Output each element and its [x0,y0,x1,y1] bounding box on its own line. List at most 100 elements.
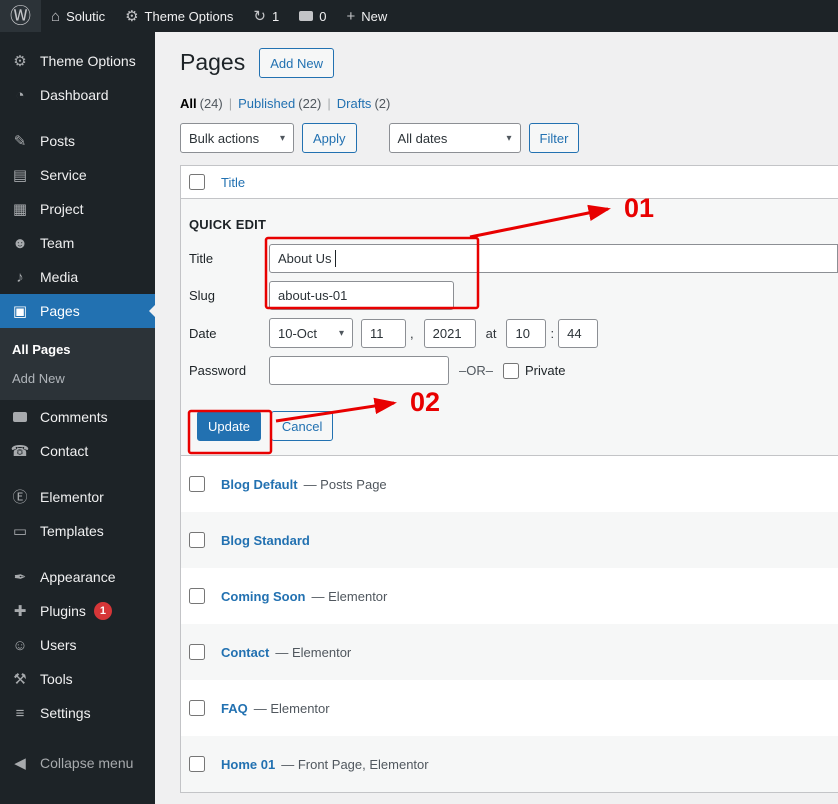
sidebar-item-plugins[interactable]: ✚ Plugins 1 [0,594,155,628]
table-row: Coming Soon — Elementor [181,568,838,624]
title-field-label: Title [189,251,214,266]
collapse-icon: ◀ [14,754,26,772]
row-checkbox[interactable] [189,588,205,604]
sidebar-item-team[interactable]: ☻ Team [0,226,155,260]
admin-bar-theme-options[interactable]: ⚙ Theme Options [115,0,243,32]
quick-edit-title-row: Title [189,244,838,273]
row-checkbox[interactable] [189,700,205,716]
apply-button[interactable]: Apply [302,123,357,153]
pages-icon: ▣ [12,302,28,320]
page-annotation: — Elementor [275,644,352,660]
page-title-link[interactable]: Blog Default [221,477,298,492]
quick-edit-date-row: Date 10-Oct ▾ , at : [189,318,838,348]
view-drafts-link[interactable]: Drafts (2) [337,96,391,111]
table-row: FAQ — Elementor [181,680,838,736]
date-hour-input[interactable] [506,318,547,348]
sidebar-item-users[interactable]: ☺ Users [0,628,155,662]
pages-submenu: All Pages Add New [0,328,155,400]
people-icon: ☻ [12,234,28,252]
theme-options-label: Theme Options [144,8,234,24]
page-title-link[interactable]: Coming Soon [221,589,306,604]
sidebar-item-settings[interactable]: ≡ Settings [0,696,155,730]
list-toolbar: Bulk actions ▾ Apply All dates ▾ Filter [180,123,838,153]
site-name-label: Solutic [66,8,106,24]
sidebar-item-contact[interactable]: ☎ Contact [0,434,155,468]
admin-bar-comments[interactable]: 0 [289,0,336,32]
all-dates-select[interactable]: All dates ▾ [388,123,521,153]
submenu-item-all-pages[interactable]: All Pages [0,335,155,364]
sidebar-item-comments[interactable]: Comments [0,400,155,434]
update-icon: ↻ [253,7,266,25]
private-checkbox[interactable] [502,362,519,379]
date-year-input[interactable] [423,318,476,348]
title-column-header[interactable]: Title [221,175,245,190]
quick-edit-password-row: Password –OR– Private [189,356,838,385]
sidebar-item-elementor[interactable]: Ⓔ Elementor [0,480,155,514]
brush-icon: ✒ [13,568,27,586]
pushpin-icon: ✎ [13,132,27,150]
users-icon: ☺ [12,636,28,654]
submenu-item-add-new[interactable]: Add New [0,364,155,393]
date-minute-input[interactable] [558,318,599,348]
settings-icon: ≡ [15,704,25,722]
row-checkbox[interactable] [189,756,205,772]
admin-bar-site-menu[interactable]: ⌂ Solutic [41,0,115,32]
sidebar-item-project[interactable]: ▦ Project [0,192,155,226]
password-input[interactable] [269,356,449,385]
row-checkbox[interactable] [189,532,205,548]
page-header: Pages Add New [180,48,838,78]
view-published-link[interactable]: Published (22) [238,96,321,111]
elementor-icon: Ⓔ [12,488,28,506]
wordpress-logo-menu[interactable]: Ⓦ [0,0,41,32]
update-button[interactable]: Update [197,411,261,441]
sidebar-item-templates[interactable]: ▭ Templates [0,514,155,548]
sidebar-item-appearance[interactable]: ✒ Appearance [0,560,155,594]
sidebar-item-label: Comments [40,409,108,425]
date-field-label: Date [189,325,217,341]
chevron-down-icon: ▾ [338,327,344,339]
sidebar-separator [0,112,155,124]
filter-button[interactable]: Filter [528,123,580,153]
sidebar-item-label: Appearance [40,569,116,585]
plus-icon: + [346,7,356,25]
table-header-row: Title [181,166,838,199]
add-new-button[interactable]: Add New [259,48,334,78]
view-all-link[interactable]: All (24) [180,96,223,111]
sidebar-item-media[interactable]: ♪ Media [0,260,155,294]
sidebar-item-tools[interactable]: ⚒ Tools [0,662,155,696]
quick-edit-slug-input[interactable] [269,281,454,310]
phone-icon: ☎ [10,442,30,460]
table-row: Contact — Elementor [181,624,838,680]
sidebar-item-label: Collapse menu [40,755,134,771]
quick-edit-buttons: Update Cancel [197,411,838,441]
date-month-select[interactable]: 10-Oct ▾ [269,318,353,348]
sidebar-item-posts[interactable]: ✎ Posts [0,124,155,158]
cancel-button[interactable]: Cancel [270,411,334,441]
grid-icon: ▦ [12,200,28,218]
date-day-input[interactable] [361,318,406,348]
row-checkbox[interactable] [189,644,205,660]
sidebar-item-label: Service [40,167,87,183]
page-title-link[interactable]: FAQ [221,701,248,716]
quick-edit-title-input[interactable] [269,244,838,273]
row-checkbox[interactable] [189,476,205,492]
sidebar-item-pages[interactable]: ▣ Pages [0,294,155,328]
sidebar-item-service[interactable]: ▤ Service [0,158,155,192]
sidebar-item-label: Plugins [40,603,86,619]
dashboard-icon: ◔ [15,86,25,104]
wordpress-logo-icon: Ⓦ [10,4,31,28]
sidebar-item-collapse-menu[interactable]: ◀ Collapse menu [0,746,155,780]
table-row: Home 01 — Front Page, Elementor [181,736,838,792]
gear-icon: ⚙ [13,52,27,70]
select-all-checkbox[interactable] [189,174,205,190]
page-title-link[interactable]: Contact [221,645,269,660]
page-title-link[interactable]: Home 01 [221,757,275,772]
admin-bar-updates[interactable]: ↻ 1 [243,0,289,32]
page-title-link[interactable]: Blog Standard [221,533,310,548]
bulk-actions-select[interactable]: Bulk actions ▾ [180,123,294,153]
sidebar-item-label: Media [40,269,79,285]
sidebar-item-dashboard[interactable]: ◔ Dashboard [0,78,155,112]
admin-bar-new[interactable]: + New [336,0,397,32]
page-title: Pages [180,49,246,76]
sidebar-item-theme-options[interactable]: ⚙ Theme Options [0,44,155,78]
